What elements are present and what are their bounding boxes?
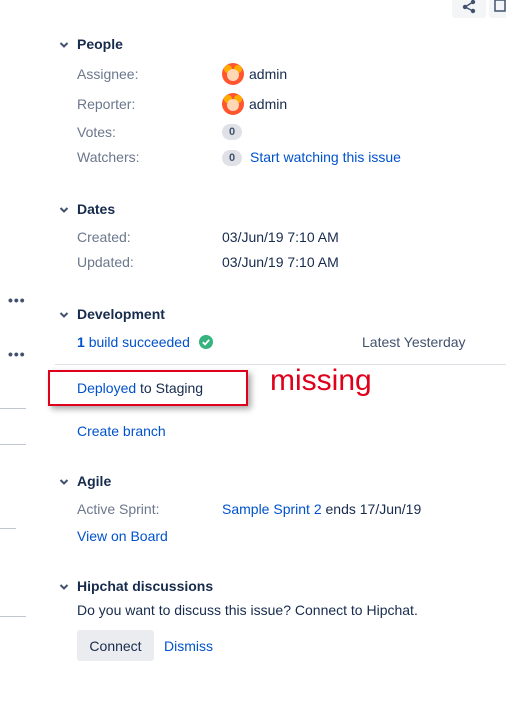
development-heading[interactable]: Development — [77, 306, 165, 322]
sprint-end-text: ends 17/Jun/19 — [325, 501, 422, 517]
share-icon — [462, 0, 476, 14]
build-text: build succeeded — [88, 334, 190, 350]
expand-button[interactable] — [489, 0, 506, 18]
more-icon[interactable]: ••• — [8, 346, 26, 362]
chevron-down-icon[interactable] — [59, 582, 69, 592]
active-sprint-value: Sample Sprint 2 ends 17/Jun/19 — [222, 501, 421, 517]
hipchat-prompt: Do you want to discuss this issue? Conne… — [77, 602, 418, 618]
avatar — [222, 63, 244, 85]
avatar — [222, 93, 244, 115]
chevron-down-icon[interactable] — [59, 477, 69, 487]
annotation-text: missing — [270, 364, 372, 397]
dates-heading[interactable]: Dates — [77, 201, 115, 217]
updated-value: 03/Jun/19 7:10 AM — [222, 254, 339, 270]
active-sprint-label: Active Sprint: — [77, 501, 160, 517]
expand-icon — [494, 0, 506, 12]
reporter-label: Reporter: — [77, 96, 136, 112]
build-status-link[interactable]: 1 build succeeded — [77, 334, 190, 350]
chevron-down-icon[interactable] — [59, 310, 69, 320]
people-heading[interactable]: People — [77, 36, 123, 52]
chevron-down-icon[interactable] — [59, 205, 69, 215]
votes-label: Votes: — [77, 124, 116, 140]
more-icon[interactable]: ••• — [8, 292, 26, 308]
agile-heading[interactable]: Agile — [77, 473, 111, 489]
start-watching-link[interactable]: Start watching this issue — [250, 149, 401, 165]
left-panel-divider — [0, 616, 26, 617]
reporter-value[interactable]: admin — [249, 96, 287, 112]
watchers-badge[interactable]: 0 — [222, 150, 243, 166]
assignee-value[interactable]: admin — [249, 66, 287, 82]
left-panel-divider — [0, 444, 26, 445]
connect-button[interactable]: Connect — [77, 630, 154, 661]
hipchat-heading[interactable]: Hipchat discussions — [77, 578, 213, 594]
left-panel-divider — [0, 408, 26, 409]
build-count: 1 — [77, 334, 85, 350]
created-label: Created: — [77, 229, 131, 245]
watchers-label: Watchers: — [77, 149, 140, 165]
view-on-board-link[interactable]: View on Board — [77, 528, 168, 544]
check-circle-icon — [199, 335, 213, 349]
create-branch-link[interactable]: Create branch — [77, 423, 166, 439]
sprint-link[interactable]: Sample Sprint 2 — [222, 501, 322, 517]
votes-badge[interactable]: 0 — [222, 124, 243, 140]
left-panel-divider — [0, 528, 16, 529]
latest-build-text: Latest Yesterday — [362, 334, 466, 350]
assignee-label: Assignee: — [77, 66, 139, 82]
dismiss-link[interactable]: Dismiss — [164, 638, 213, 654]
created-value: 03/Jun/19 7:10 AM — [222, 229, 339, 245]
chevron-down-icon[interactable] — [59, 40, 69, 50]
annotation-box — [48, 370, 248, 406]
share-button[interactable] — [452, 0, 486, 18]
updated-label: Updated: — [77, 254, 134, 270]
